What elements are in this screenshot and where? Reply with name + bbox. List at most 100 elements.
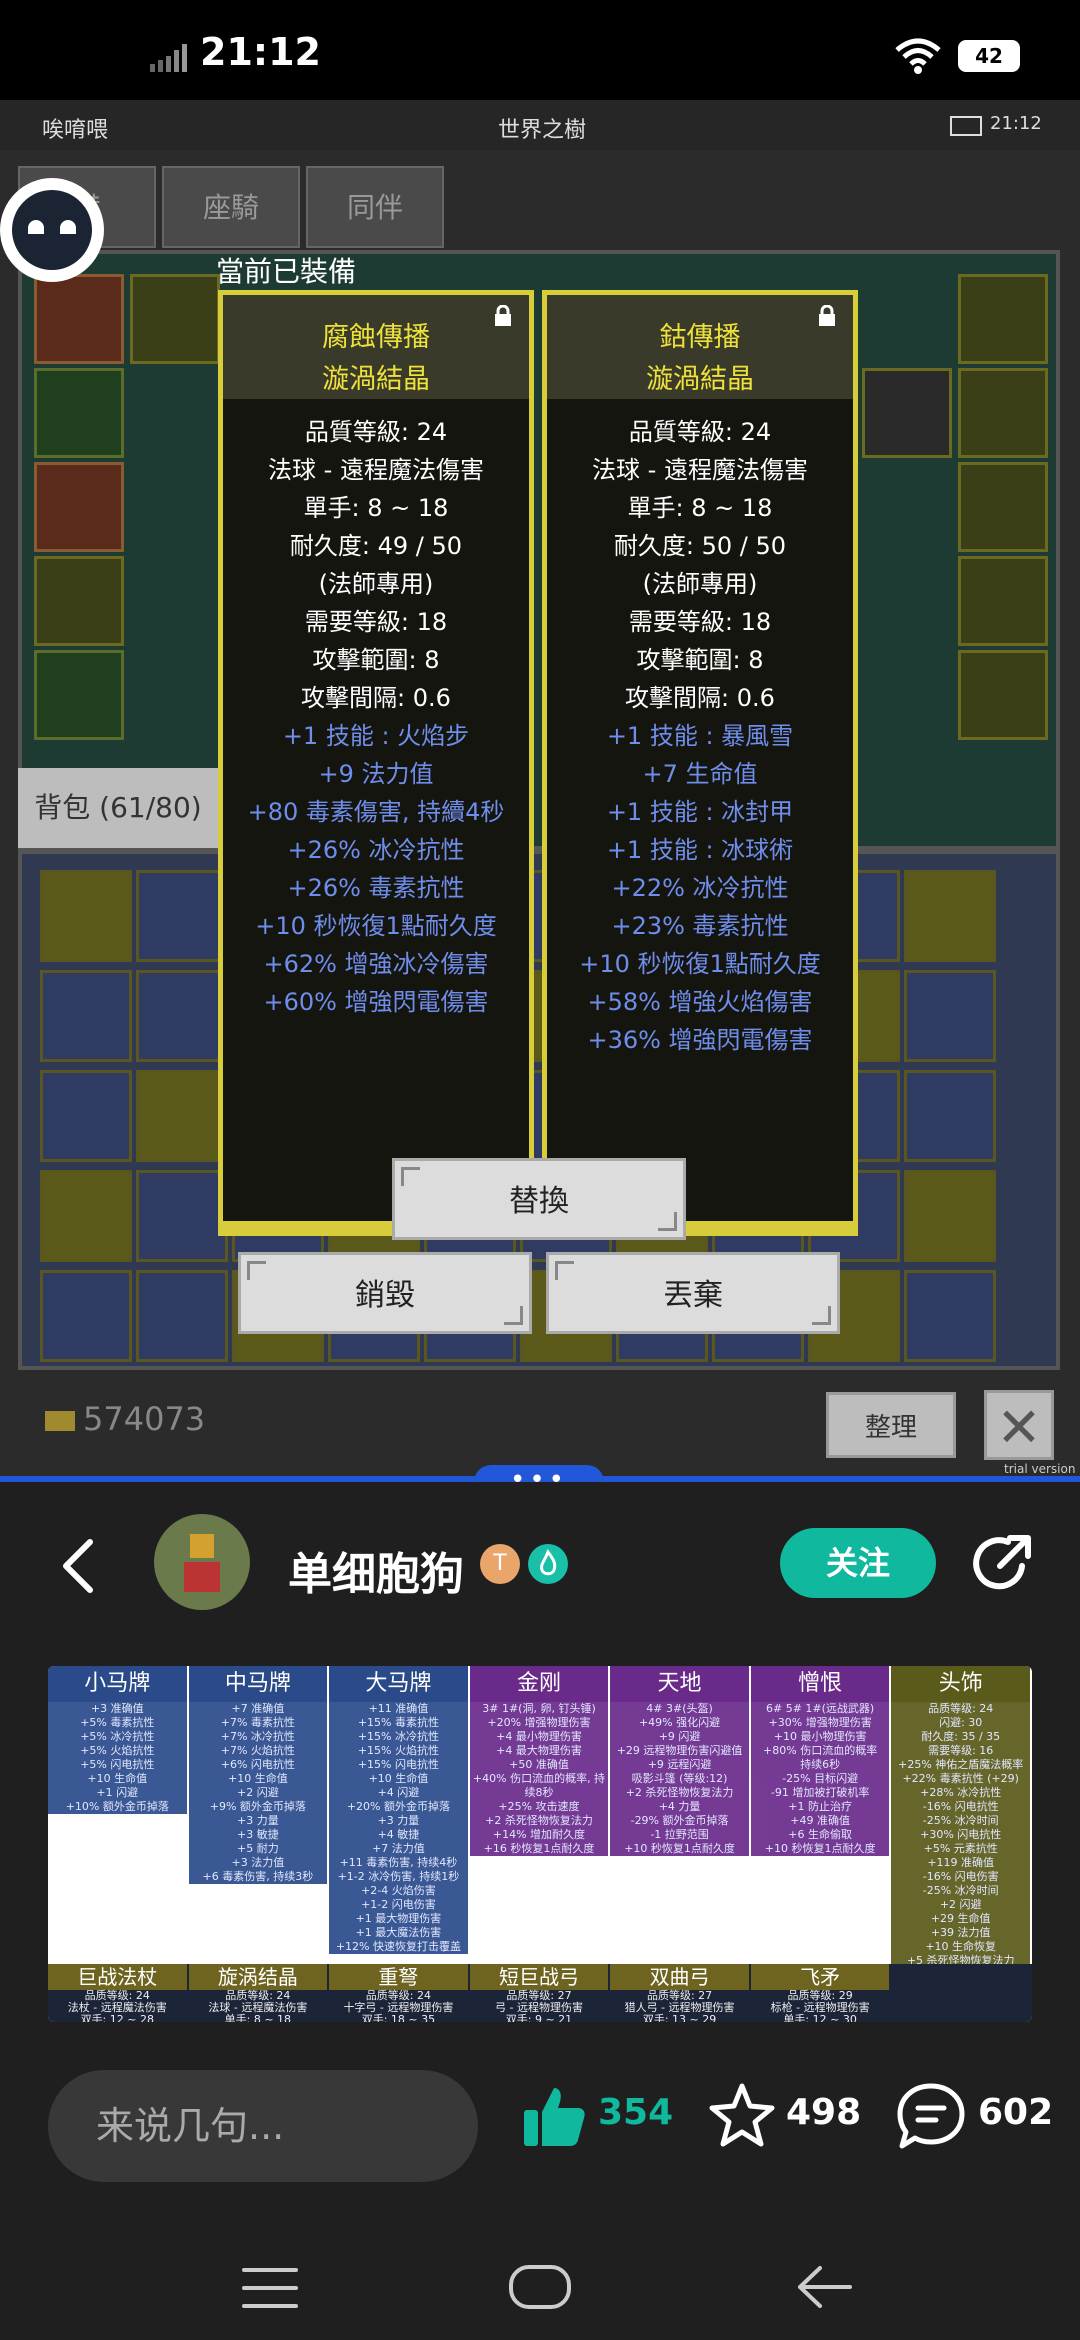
equip-slot-scroll[interactable] — [958, 556, 1048, 646]
column-stat: +11 准确值 — [368, 1702, 429, 1715]
item-stat-line: 法球 - 遠程魔法傷害 — [592, 456, 808, 484]
comment-icon[interactable] — [896, 2082, 966, 2150]
column-stat: +49 准确值 — [790, 1814, 850, 1827]
equip-slot-gloves[interactable] — [34, 462, 124, 552]
column-stat: +7% 火焰抗性 — [220, 1744, 295, 1757]
column-stat: +1 闪避 — [96, 1786, 139, 1799]
bag-slot[interactable] — [40, 870, 132, 962]
column-stat: 吸影斗篷 (等级:12) — [631, 1772, 728, 1785]
bag-slot[interactable] — [136, 1270, 228, 1362]
star-icon[interactable] — [708, 2082, 776, 2150]
equip-slot-pet[interactable] — [958, 650, 1048, 740]
bag-slot[interactable] — [904, 870, 996, 962]
replace-button[interactable]: 替換 — [392, 1158, 686, 1240]
assistant-eye-left — [28, 220, 44, 234]
tab-companion[interactable]: 同伴 — [306, 166, 444, 248]
column-stat: +119 准确值 — [927, 1856, 995, 1869]
column-stat: +5% 冰冷抗性 — [80, 1730, 155, 1743]
flame-badge-icon — [528, 1544, 568, 1584]
bag-tab[interactable]: 背包 (61/80) — [18, 768, 218, 848]
column-stat: -25% 冰冷时间 — [922, 1814, 999, 1827]
equip-slot-orb[interactable] — [862, 368, 952, 458]
column-stat: +2 杀死怪物恢复法力 — [485, 1814, 593, 1827]
equip-slot-ring-1[interactable] — [958, 368, 1048, 458]
floating-assistant-icon[interactable] — [0, 178, 104, 282]
equip-slot-ring-2[interactable] — [958, 462, 1048, 552]
equip-slot-belt[interactable] — [34, 650, 124, 740]
item-stat-line: 品質等級: 24 — [628, 418, 772, 446]
back-arrow-icon[interactable] — [58, 1536, 98, 1596]
bag-slot[interactable] — [136, 1070, 228, 1162]
weapon-cell: 巨战法杖 品质等级: 24 法杖 - 远程魔法伤害 双手: 12 ~ 28 — [48, 1964, 187, 2022]
bag-slot[interactable] — [40, 1270, 132, 1362]
post-image[interactable]: 小马牌 +3 准确值 +5% 毒素抗性 +5% 冰冷抗性 +5% 火焰抗性 +5% 闪电抗… — [48, 1666, 1032, 2022]
column-stat: +10% 额外金币掉落 — [65, 1800, 169, 1813]
share-icon[interactable] — [970, 1530, 1036, 1596]
item-stat-line: 單手: 8 ~ 18 — [627, 494, 773, 522]
item-stat-line: 攻擊範圍: 8 — [636, 646, 764, 674]
comment-count: 602 — [978, 2092, 1054, 2133]
bag-slot[interactable] — [136, 1170, 228, 1262]
bag-slot[interactable] — [904, 970, 996, 1062]
column-stat: +2 闪避 — [939, 1898, 982, 1911]
item-stats: 品質等級: 24 法球 - 遠程魔法傷害 單手: 8 ~ 18 耐久度: 49 / 5… — [223, 413, 529, 1021]
bag-slot[interactable] — [136, 870, 228, 962]
equip-slot-weapon[interactable] — [130, 274, 220, 364]
bag-slot[interactable] — [40, 970, 132, 1062]
item-card-new: 鈷傳播 漩渦結晶 品質等級: 24 法球 - 遠程魔法傷害 單手: 8 ~ 18 耐久… — [542, 290, 858, 1236]
sort-button[interactable]: 整理 — [826, 1392, 956, 1458]
weapon-cell: 重弩 品质等级: 24 十字弓 - 远程物理伤害 双手: 18 ~ 35 — [329, 1964, 468, 2022]
column-stat: +10 秒恢复1点耐久度 — [624, 1842, 735, 1855]
column-stat: +49% 强化闪避 — [638, 1716, 721, 1729]
column-stat: +20% 额外金币掉落 — [346, 1800, 450, 1813]
column-stat: +1-2 闪电伤害 — [361, 1898, 436, 1911]
column-stat: 持续6秒 — [800, 1758, 841, 1771]
weapon-detail: 单手: 8 ~ 18 — [224, 2013, 292, 2023]
weapon-cell: 旋涡结晶 品质等级: 24 法球 - 远程魔法伤害 单手: 8 ~ 18 — [188, 1964, 328, 2023]
bag-slot[interactable] — [904, 1270, 996, 1362]
discard-button[interactable]: 丟棄 — [546, 1252, 840, 1334]
tab-mount[interactable]: 座騎 — [162, 166, 300, 248]
equip-slot-boots[interactable] — [34, 556, 124, 646]
column-stat: +29 生命值 — [930, 1912, 991, 1925]
equip-slot-helmet[interactable] — [34, 274, 124, 364]
close-button[interactable]: ✕ — [984, 1390, 1054, 1460]
user-avatar[interactable] — [154, 1514, 250, 1610]
weapon-detail: 双手: 18 ~ 35 — [361, 2013, 436, 2023]
menu-icon[interactable] — [242, 2266, 298, 2310]
weapon-row: 巨战法杖 品质等级: 24 法杖 - 远程魔法伤害 双手: 12 ~ 28 旋涡结晶 品质… — [48, 1964, 1032, 2022]
bag-slot[interactable] — [40, 1070, 132, 1162]
column-stat: +3 法力值 — [231, 1856, 285, 1869]
follow-button[interactable]: 关注 — [780, 1528, 936, 1598]
item-type: 漩渦結晶 — [322, 364, 430, 395]
bag-slot[interactable] — [136, 970, 228, 1062]
thumbs-up-icon[interactable] — [520, 2082, 588, 2150]
column-title: 天地 — [610, 1666, 749, 1702]
column-stat: 耐久度: 35 / 35 — [921, 1730, 1001, 1743]
column-stat: +39 法力值 — [930, 1926, 991, 1939]
column-stat: +4 闪避 — [377, 1786, 420, 1799]
equip-slot-amulet[interactable] — [958, 274, 1048, 364]
column-stat: +10 生命值 — [227, 1772, 288, 1785]
bag-slot[interactable] — [904, 1170, 996, 1262]
username[interactable]: 单细胞狗 — [288, 1538, 464, 1602]
lock-icon[interactable] — [817, 305, 837, 327]
bag-slot[interactable] — [40, 1170, 132, 1262]
home-icon[interactable] — [508, 2262, 572, 2312]
game-screen: 唉唷喂 世界之樹 21:12 備 座騎 同伴 背包 (61/80) 574073… — [0, 100, 1080, 1478]
destroy-button[interactable]: 銷毀 — [238, 1252, 532, 1334]
lock-icon[interactable] — [493, 305, 513, 327]
item-affix-line: +36% 增強閃電傷害 — [587, 1026, 813, 1054]
comment-input[interactable]: 来说几句... — [48, 2070, 478, 2182]
bag-slot[interactable] — [904, 1070, 996, 1162]
game-top-bar: 唉唷喂 世界之樹 21:12 — [0, 100, 1080, 150]
equip-slot-armor[interactable] — [34, 368, 124, 458]
column-stat: -29% 额外金币掉落 — [630, 1814, 729, 1827]
column-stat: +7% 冰冷抗性 — [220, 1730, 295, 1743]
weapon-detail: 双手: 12 ~ 28 — [80, 2013, 154, 2023]
column-stat: +4 力量 — [658, 1800, 701, 1813]
item-type: 漩渦結晶 — [646, 364, 754, 395]
column-stat: +40% 伤口流血的概率, 持续8秒 — [472, 1772, 606, 1799]
column-stats: 3# 1#(洞, 卵, 钉头锤) +20% 增强物理伤害 +4 最小物理伤害 +4 最… — [469, 1702, 609, 1856]
nav-back-icon[interactable] — [796, 2264, 852, 2310]
